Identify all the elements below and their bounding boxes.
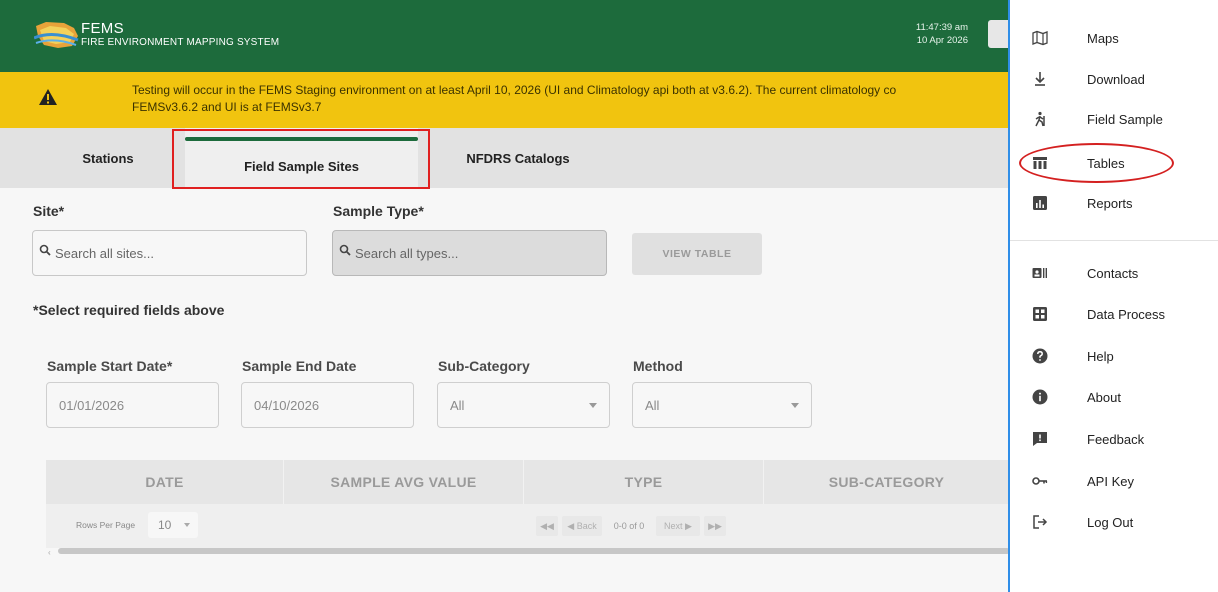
search-icon — [39, 244, 51, 256]
help-icon — [1032, 348, 1048, 364]
fems-logo-icon — [34, 22, 79, 48]
banner-line-1: Testing will occur in the FEMS Staging e… — [132, 83, 897, 97]
brand-title: FEMS — [81, 20, 124, 37]
menu-label-help: Help — [1087, 349, 1114, 364]
page-count: 0-0 of 0 — [613, 521, 645, 531]
column-header-sample-avg-value[interactable]: SAMPLE AVG VALUE — [284, 460, 524, 504]
menu-divider — [1010, 240, 1218, 241]
method-select[interactable]: All — [632, 382, 812, 428]
chevron-down-icon — [791, 403, 799, 408]
search-icon — [339, 244, 351, 256]
tab-stations[interactable]: Stations — [52, 128, 164, 188]
end-date-input[interactable]: 04/10/2026 — [241, 382, 414, 428]
header-menu-button[interactable] — [988, 20, 1010, 48]
start-date-value: 01/01/2026 — [59, 397, 125, 413]
menu-label-reports: Reports — [1087, 196, 1133, 211]
side-menu: Maps Download Field Sample Tables Report… — [1008, 0, 1218, 592]
menu-label-data-process: Data Process — [1087, 307, 1166, 322]
column-header-type[interactable]: TYPE — [524, 460, 764, 504]
pagination: Rows Per Page 10 ◀◀ ◀ Back 0-0 of 0 Next… — [46, 504, 1010, 548]
menu-item-feedback[interactable]: Feedback — [1010, 424, 1218, 454]
menu-label-feedback: Feedback — [1087, 432, 1145, 447]
download-icon — [1035, 72, 1045, 86]
rows-per-page-select[interactable]: 10 — [148, 512, 198, 538]
sub-category-value: All — [450, 397, 465, 413]
menu-label-field-sample: Field Sample — [1087, 112, 1163, 127]
main-app: FEMS FIRE ENVIRONMENT MAPPING SYSTEM 11:… — [0, 0, 1010, 592]
menu-label-contacts: Contacts — [1087, 266, 1139, 281]
table-header: DATE SAMPLE AVG VALUE TYPE SUB-CATEGORY — [46, 460, 1010, 504]
chevron-down-icon — [589, 403, 597, 408]
rows-per-page-value: 10 — [158, 518, 172, 532]
menu-label-log-out: Log Out — [1087, 515, 1134, 530]
menu-item-reports[interactable]: Reports — [1010, 188, 1218, 218]
menu-item-contacts[interactable]: Contacts — [1010, 258, 1218, 288]
banner-text: Testing will occur in the FEMS Staging e… — [132, 82, 1010, 116]
warning-icon — [39, 89, 57, 105]
filter-form: Site* Search all sites... Sample Type* S… — [0, 188, 1010, 592]
results-table: DATE SAMPLE AVG VALUE TYPE SUB-CATEGORY … — [46, 460, 1010, 548]
bar-chart-icon — [1033, 196, 1047, 210]
brand-subtitle: FIRE ENVIRONMENT MAPPING SYSTEM — [81, 37, 280, 48]
tab-highlight-annotation — [172, 129, 430, 189]
site-placeholder: Search all sites... — [55, 245, 154, 261]
feedback-icon — [1033, 432, 1047, 446]
info-icon — [1032, 389, 1048, 405]
sample-type-placeholder: Search all types... — [355, 245, 459, 261]
scroll-left-arrow[interactable]: ‹ — [48, 548, 51, 557]
clock-date: 10 Apr 2026 — [916, 35, 968, 46]
tab-nfdrs-catalogs[interactable]: NFDRS Catalogs — [448, 128, 588, 188]
app-header: FEMS FIRE ENVIRONMENT MAPPING SYSTEM 11:… — [0, 0, 1010, 72]
notice-banner: Testing will occur in the FEMS Staging e… — [0, 72, 1010, 128]
sub-category-select[interactable]: All — [437, 382, 610, 428]
site-search-input[interactable]: Search all sites... — [32, 230, 307, 276]
start-date-input[interactable]: 01/01/2026 — [46, 382, 219, 428]
menu-label-download: Download — [1087, 72, 1145, 87]
rows-per-page-label: Rows Per Page — [76, 520, 136, 530]
back-page-button[interactable]: ◀ Back — [562, 516, 602, 536]
end-date-label: Sample End Date — [242, 358, 357, 374]
sample-type-search-input[interactable]: Search all types... — [332, 230, 607, 276]
grid-icon — [1033, 307, 1047, 321]
sub-category-label: Sub-Category — [438, 358, 530, 374]
chevron-down-icon — [184, 523, 190, 527]
method-label: Method — [633, 358, 683, 374]
menu-item-help[interactable]: Help — [1010, 341, 1218, 371]
end-date-value: 04/10/2026 — [254, 397, 320, 413]
horizontal-scrollbar[interactable] — [58, 548, 1010, 554]
menu-item-log-out[interactable]: Log Out — [1010, 507, 1218, 537]
menu-item-download[interactable]: Download — [1010, 64, 1218, 94]
menu-item-api-key[interactable]: API Key — [1010, 466, 1218, 496]
tables-highlight-annotation — [1019, 143, 1174, 183]
menu-label-about: About — [1087, 390, 1121, 405]
required-note: *Select required fields above — [33, 302, 225, 318]
menu-item-maps[interactable]: Maps — [1010, 23, 1218, 53]
method-value: All — [645, 397, 660, 413]
start-date-label: Sample Start Date* — [47, 358, 173, 374]
clock-time: 11:47:39 am — [915, 22, 968, 33]
hiker-icon — [1035, 111, 1045, 127]
key-icon — [1032, 477, 1048, 485]
menu-item-data-process[interactable]: Data Process — [1010, 299, 1218, 329]
menu-item-field-sample[interactable]: Field Sample — [1010, 104, 1218, 134]
contact-card-icon — [1032, 268, 1047, 278]
map-icon — [1032, 30, 1048, 46]
clock: 11:47:39 am 10 Apr 2026 — [916, 21, 968, 47]
banner-line-2: FEMSv3.6.2 and UI is at FEMSv3.7 — [132, 100, 322, 114]
last-page-button[interactable]: ▶▶ — [704, 516, 726, 536]
column-header-date[interactable]: DATE — [46, 460, 284, 504]
menu-item-about[interactable]: About — [1010, 382, 1218, 412]
menu-label-api-key: API Key — [1087, 474, 1134, 489]
next-page-button[interactable]: Next ▶ — [656, 516, 700, 536]
menu-label-maps: Maps — [1087, 31, 1119, 46]
column-header-sub-category[interactable]: SUB-CATEGORY — [764, 460, 1010, 504]
view-table-button[interactable]: VIEW TABLE — [632, 233, 762, 275]
sample-type-label: Sample Type* — [333, 203, 424, 219]
logout-icon — [1033, 515, 1048, 529]
tab-bar: Stations Field Sample Sites NFDRS Catalo… — [0, 128, 1010, 188]
first-page-button[interactable]: ◀◀ — [536, 516, 558, 536]
site-label: Site* — [33, 203, 65, 219]
